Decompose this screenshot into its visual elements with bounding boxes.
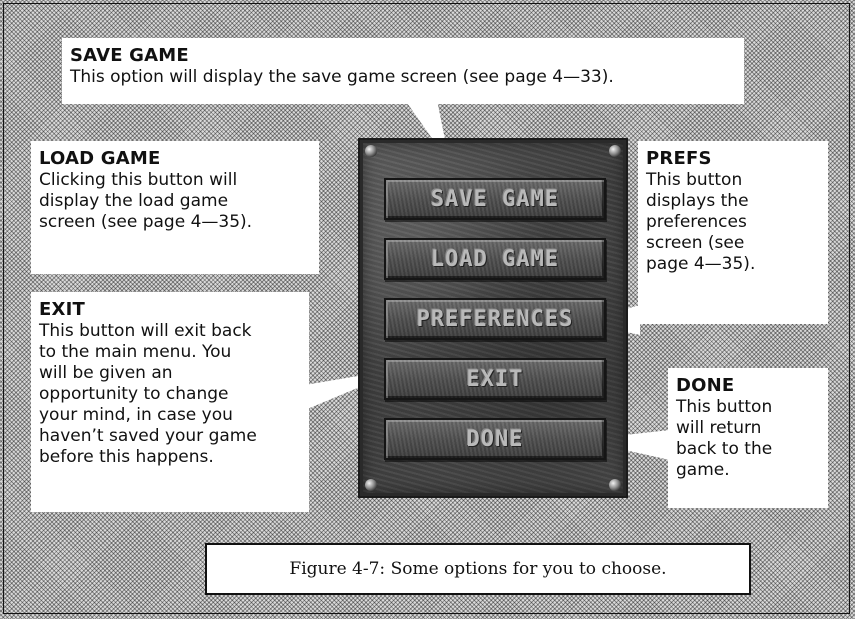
save-game-callout-text: This option will display the save game s… xyxy=(70,67,614,87)
done-callout-line: back to the xyxy=(676,439,773,459)
prefs-callout-line: preferences xyxy=(646,212,747,232)
load-game-callout-line: display the load game xyxy=(39,191,229,211)
save-game-callout-title: SAVE GAME xyxy=(70,45,189,66)
load-game-callout-line: screen (see page 4—35). xyxy=(39,212,253,232)
preferences-button[interactable]: PREFERENCES xyxy=(384,298,606,340)
options-menu-panel: SAVE GAME LOAD GAME PREFERENCES EXIT DON… xyxy=(358,138,628,498)
load-game-button[interactable]: LOAD GAME xyxy=(384,238,606,280)
done-callout-line: will return xyxy=(676,418,762,438)
exit-callout-line: before this happens. xyxy=(39,447,214,467)
exit-callout-line: your mind, in case you xyxy=(39,405,233,425)
save-game-button[interactable]: SAVE GAME xyxy=(384,178,606,220)
load-game-callout-line: Clicking this button will xyxy=(39,170,238,190)
prefs-callout-line: This button xyxy=(646,170,743,190)
figure-caption: Figure 4-7: Some options for you to choo… xyxy=(205,543,751,595)
load-game-callout: LOAD GAME Clicking this button will disp… xyxy=(31,141,319,274)
prefs-callout-title: PREFS xyxy=(646,148,712,169)
exit-callout-title: EXIT xyxy=(39,299,85,320)
done-button[interactable]: DONE xyxy=(384,418,606,460)
rivet-icon xyxy=(609,145,621,157)
save-game-callout: SAVE GAME This option will display the s… xyxy=(62,38,744,104)
exit-callout-line: will be given an xyxy=(39,363,173,383)
done-callout-title: DONE xyxy=(676,375,735,396)
rivet-icon xyxy=(365,145,377,157)
exit-callout-line: haven’t saved your game xyxy=(39,426,257,446)
prefs-callout: PREFS This button displays the preferenc… xyxy=(638,141,828,324)
exit-callout-line: opportunity to change xyxy=(39,384,229,404)
done-callout-line: This button xyxy=(676,397,773,417)
exit-button[interactable]: EXIT xyxy=(384,358,606,400)
exit-callout: EXIT This button will exit back to the m… xyxy=(31,292,309,512)
rivet-icon xyxy=(365,479,377,491)
load-game-callout-title: LOAD GAME xyxy=(39,148,161,169)
prefs-callout-line: page 4—35). xyxy=(646,254,756,274)
prefs-callout-line: screen (see xyxy=(646,233,745,253)
rivet-icon xyxy=(609,479,621,491)
exit-callout-line: to the main menu. You xyxy=(39,342,232,362)
done-callout-line: game. xyxy=(676,460,730,480)
done-callout: DONE This button will return back to the… xyxy=(668,368,828,508)
exit-callout-line: This button will exit back xyxy=(39,321,252,341)
prefs-callout-line: displays the xyxy=(646,191,749,211)
